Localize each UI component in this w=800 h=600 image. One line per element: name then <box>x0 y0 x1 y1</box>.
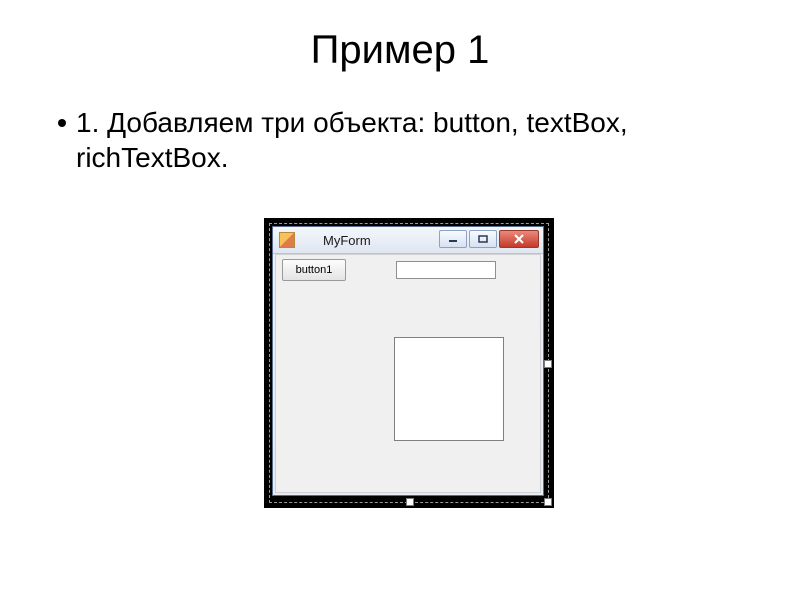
bullet-marker-icon <box>58 119 66 127</box>
window-controls <box>437 230 539 248</box>
button1[interactable]: button1 <box>282 259 346 281</box>
winform-window: MyForm button1 <box>272 226 544 496</box>
close-icon <box>513 234 525 244</box>
form-icon <box>279 232 295 248</box>
resize-handle-right-icon[interactable] <box>544 360 552 368</box>
resize-handle-corner-icon[interactable] <box>544 498 552 506</box>
button1-label: button1 <box>296 264 333 276</box>
minimize-button[interactable] <box>439 230 467 248</box>
minimize-icon <box>448 235 458 243</box>
window-title: MyForm <box>323 233 371 248</box>
form-designer-screenshot: MyForm button1 <box>264 218 554 508</box>
maximize-button[interactable] <box>469 230 497 248</box>
bullet-list: 1. Добавляем три объекта: button, textBo… <box>58 105 742 175</box>
maximize-icon <box>478 235 488 243</box>
textbox[interactable] <box>396 261 496 279</box>
slide: Пример 1 1. Добавляем три объекта: butto… <box>0 0 800 600</box>
slide-title: Пример 1 <box>0 0 800 73</box>
richtextbox[interactable] <box>394 337 504 441</box>
form-client-area: button1 <box>275 254 541 493</box>
resize-handle-bottom-icon[interactable] <box>406 498 414 506</box>
bullet-text: 1. Добавляем три объекта: button, textBo… <box>76 105 742 175</box>
titlebar[interactable]: MyForm <box>273 227 543 254</box>
close-button[interactable] <box>499 230 539 248</box>
bullet-item: 1. Добавляем три объекта: button, textBo… <box>58 105 742 175</box>
